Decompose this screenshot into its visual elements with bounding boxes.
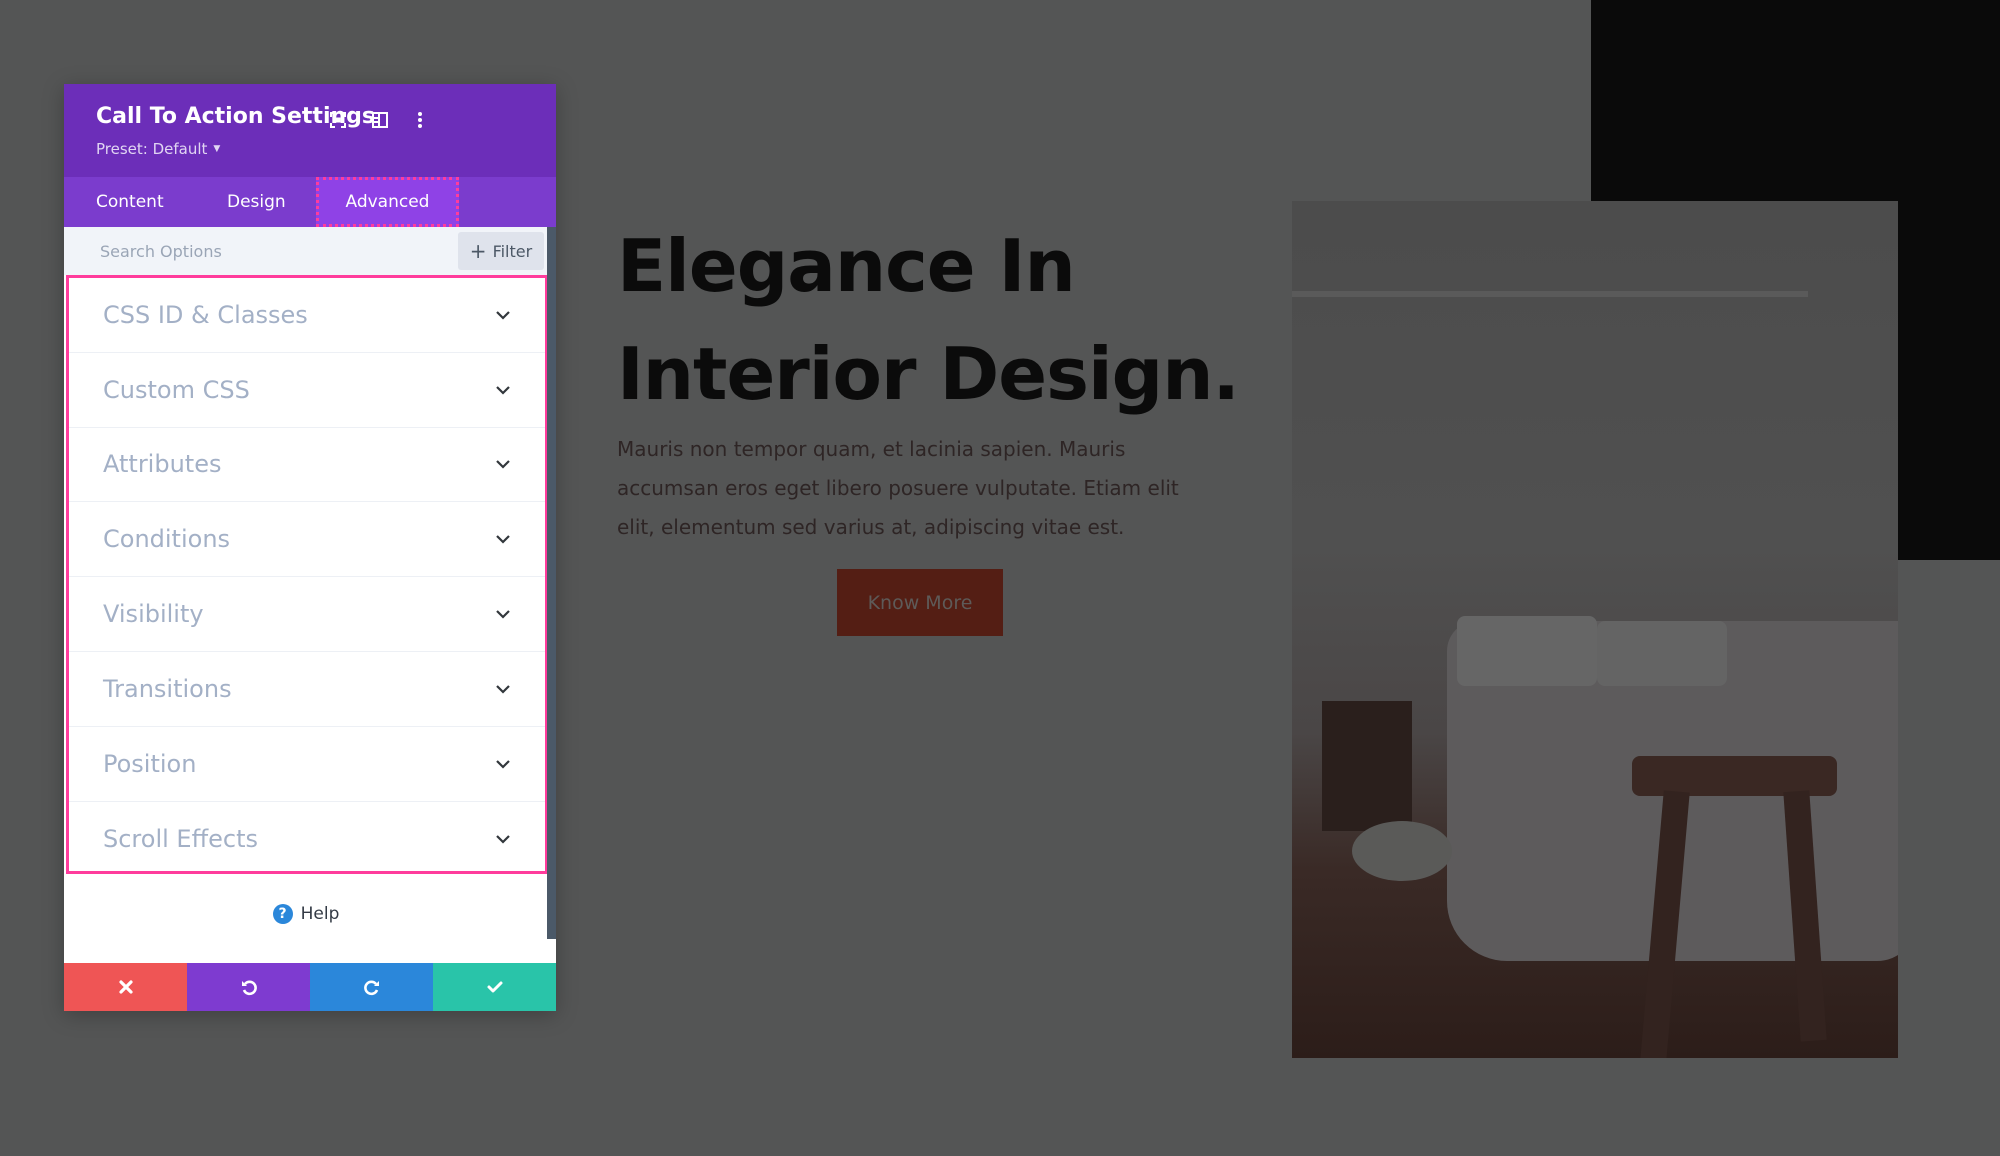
tab-bar: Content Design Advanced — [64, 177, 556, 227]
search-row: + Filter — [64, 227, 548, 275]
undo-button[interactable] — [187, 963, 310, 1011]
caret-down-icon: ▼ — [213, 144, 221, 154]
option-group-visibility[interactable]: Visibility — [69, 577, 545, 652]
discard-button[interactable] — [64, 963, 187, 1011]
help-link[interactable]: ? Help — [64, 894, 548, 934]
option-group-scroll-effects[interactable]: Scroll Effects — [69, 802, 545, 877]
save-button[interactable] — [433, 963, 556, 1011]
filter-label: Filter — [492, 241, 533, 261]
photo-pillow — [1597, 621, 1727, 686]
help-label: Help — [300, 904, 340, 924]
check-icon — [487, 981, 502, 993]
modal-footer — [64, 963, 556, 1011]
hero-heading-line-1: Elegance In — [617, 224, 1076, 308]
chevron-down-icon — [495, 456, 511, 472]
option-group-label: Custom CSS — [103, 375, 250, 404]
tab-design[interactable]: Design — [227, 177, 286, 227]
option-group-custom-css[interactable]: Custom CSS — [69, 353, 545, 428]
tab-advanced[interactable]: Advanced — [316, 177, 459, 227]
redo-button[interactable] — [310, 963, 433, 1011]
tab-content[interactable]: Content — [96, 177, 164, 227]
advanced-option-groups: CSS ID & Classes Custom CSS Attributes C… — [66, 275, 548, 874]
hero-heading-line-2: Interior Design. — [617, 332, 1240, 416]
more-options-icon[interactable] — [408, 108, 432, 132]
option-group-transitions[interactable]: Transitions — [69, 652, 545, 727]
option-group-label: Attributes — [103, 450, 222, 479]
plus-icon: + — [469, 239, 487, 263]
chevron-down-icon — [495, 382, 511, 398]
option-group-label: Position — [103, 749, 197, 778]
option-group-label: Conditions — [103, 525, 231, 554]
undo-icon — [241, 980, 257, 996]
know-more-button[interactable]: Know More — [837, 569, 1003, 636]
photo-pillow — [1457, 616, 1597, 686]
chevron-down-icon — [495, 307, 511, 323]
chevron-down-icon — [495, 531, 511, 547]
chevron-down-icon — [495, 606, 511, 622]
photo-rug — [1352, 821, 1452, 881]
filter-button[interactable]: + Filter — [458, 232, 544, 270]
modal-header: Call To Action Settings Preset: Default … — [64, 84, 556, 177]
option-group-label: Transitions — [103, 674, 232, 703]
close-icon — [118, 980, 133, 994]
split-view-icon[interactable] — [368, 108, 392, 132]
help-icon: ? — [272, 904, 293, 924]
option-group-css-id-classes[interactable]: CSS ID & Classes — [69, 278, 545, 353]
photo-nightstand — [1322, 701, 1412, 831]
call-to-action-settings-modal: Call To Action Settings Preset: Default … — [64, 84, 556, 1011]
redo-icon — [363, 980, 379, 996]
option-group-position[interactable]: Position — [69, 727, 545, 802]
chevron-down-icon — [495, 831, 511, 847]
preset-dropdown[interactable]: Preset: Default ▼ — [96, 140, 220, 158]
hero-body-text: Mauris non tempor quam, et lacinia sapie… — [617, 437, 1179, 539]
hero-heading: Elegance In Interior Design. — [617, 212, 1317, 428]
preset-label: Preset: Default — [96, 140, 208, 158]
option-group-label: Visibility — [103, 600, 204, 629]
bedroom-photo — [1292, 201, 1898, 1058]
option-group-attributes[interactable]: Attributes — [69, 428, 545, 503]
option-group-conditions[interactable]: Conditions — [69, 502, 545, 578]
photo-wall-trim — [1292, 291, 1808, 297]
chevron-down-icon — [495, 756, 511, 772]
chevron-down-icon — [495, 681, 511, 697]
option-group-label: Scroll Effects — [103, 824, 258, 853]
panel-scrollbar[interactable] — [547, 227, 556, 939]
search-options-input[interactable] — [64, 227, 454, 275]
option-group-label: CSS ID & Classes — [103, 300, 308, 329]
fullscreen-icon[interactable] — [326, 108, 350, 132]
